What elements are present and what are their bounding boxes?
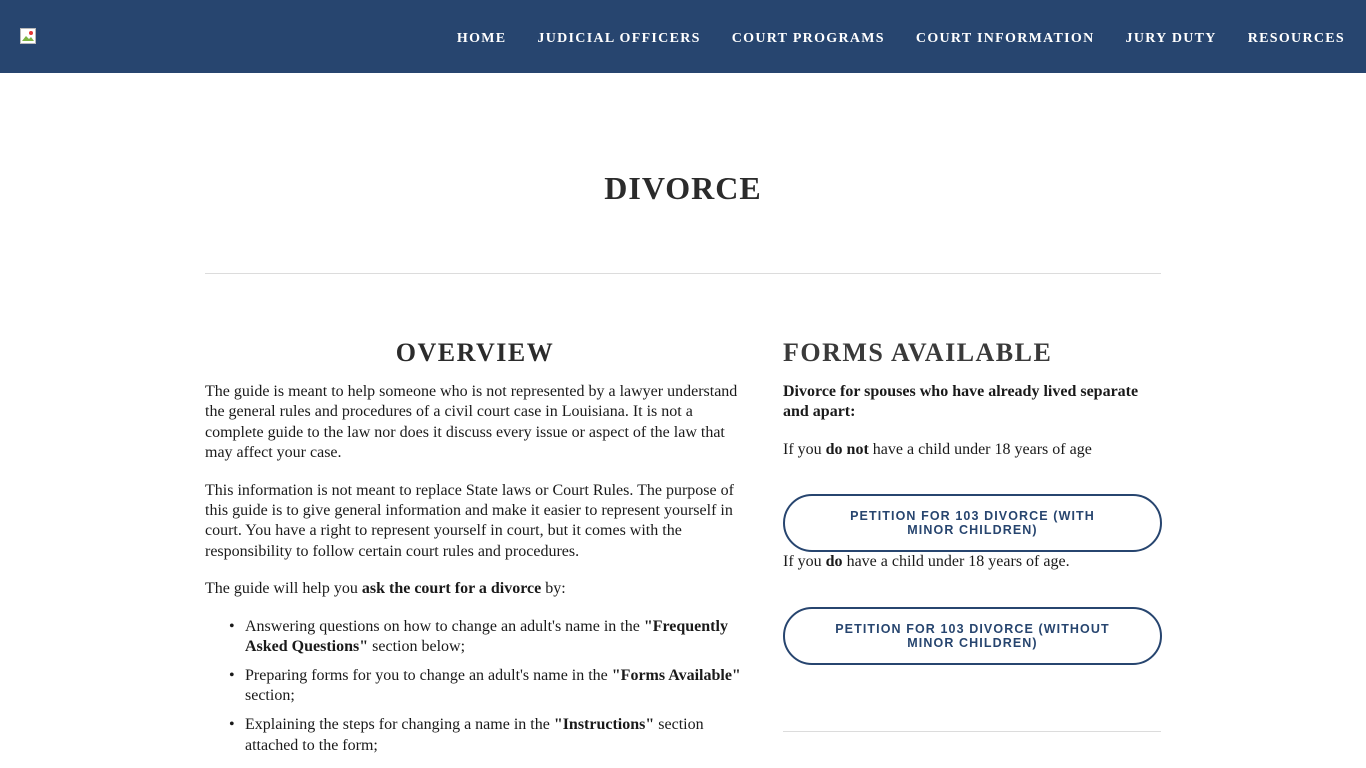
condition-text: If you [783,440,826,458]
overview-paragraph-2: This information is not meant to replace… [205,481,734,560]
overview-bullet-list: Answering questions on how to change an … [205,617,745,756]
forms-divider [783,730,1161,732]
nav-link-jury-duty[interactable]: JURY DUTY [1126,31,1217,46]
forms-heading: FORMS AVAILABLE [783,338,1053,367]
nav-link-home[interactable]: HOME [457,31,507,46]
petition-without-minor-children-button[interactable]: PETITION FOR 103 DIVORCE (WITHOUT MINOR … [783,606,1162,665]
site-header: HOME JUDICIAL OFFICERS COURT PROGRAMS CO… [0,0,1366,73]
nav-item-court-programs: COURT PROGRAMS [732,29,885,47]
list-item-text: Answering questions on how to change an … [245,617,644,635]
list-item-text-end: section below; [368,638,466,656]
list-item: Preparing forms for you to change an adu… [229,666,745,707]
condition-text-end: have a child under 18 years of age. [842,553,1070,571]
nav-item-court-information: COURT INFORMATION [916,29,1095,47]
nav-link-resources[interactable]: RESOURCES [1248,31,1345,46]
condition-text: If you [783,553,826,571]
list-item: Answering questions on how to change an … [229,617,745,658]
condition-text-end: have a child under 18 years of age [868,440,1092,458]
main-nav: HOME JUDICIAL OFFICERS COURT PROGRAMS CO… [457,29,1345,47]
nav-item-resources: RESOURCES [1248,29,1345,47]
list-item-text-end: section; [245,687,295,705]
forms-section: FORMS AVAILABLE Divorce for spouses who … [783,336,1162,732]
nav-link-court-information[interactable]: COURT INFORMATION [916,31,1095,46]
nav-link-judicial-officers[interactable]: JUDICIAL OFFICERS [537,31,700,46]
forms-subheading: Divorce for spouses who have already liv… [783,383,1139,421]
overview-p3-text-end: by: [541,580,566,598]
petition-with-minor-children-button[interactable]: PETITION FOR 103 DIVORCE (WITH MINOR CHI… [783,494,1162,553]
page-title: DIVORCE [604,170,762,206]
list-item-bold: "Forms Available" [611,666,741,684]
nav-item-judicial-officers: JUDICIAL OFFICERS [537,29,700,47]
overview-p3-text: The guide will help you [205,580,362,598]
list-item-text: Preparing forms for you to change an adu… [245,666,612,684]
broken-image-icon [20,28,36,44]
nav-item-home: HOME [457,29,507,47]
overview-heading: OVERVIEW [395,338,555,367]
nav-link-court-programs[interactable]: COURT PROGRAMS [732,31,885,46]
nav-item-jury-duty: JURY DUTY [1126,29,1217,47]
overview-paragraph-1: The guide is meant to help someone who i… [205,383,738,462]
condition-no-child: If you do not have a child under 18 year… [783,440,1161,460]
section-divider [205,273,1161,274]
list-item-text: Explaining the steps for changing a name… [245,716,554,734]
site-logo[interactable] [20,28,36,44]
overview-paragraph-3: The guide will help you ask the court fo… [205,579,745,599]
list-item-bold: "Instructions" [553,716,655,734]
condition-with-child: If you do have a child under 18 years of… [783,552,1161,572]
overview-section: OVERVIEW The guide is meant to help some… [205,336,745,765]
condition-bold: do not [825,440,869,458]
condition-bold: do [825,553,843,571]
overview-p3-bold: ask the court for a divorce [361,580,542,598]
list-item: Explaining the steps for changing a name… [229,715,745,756]
